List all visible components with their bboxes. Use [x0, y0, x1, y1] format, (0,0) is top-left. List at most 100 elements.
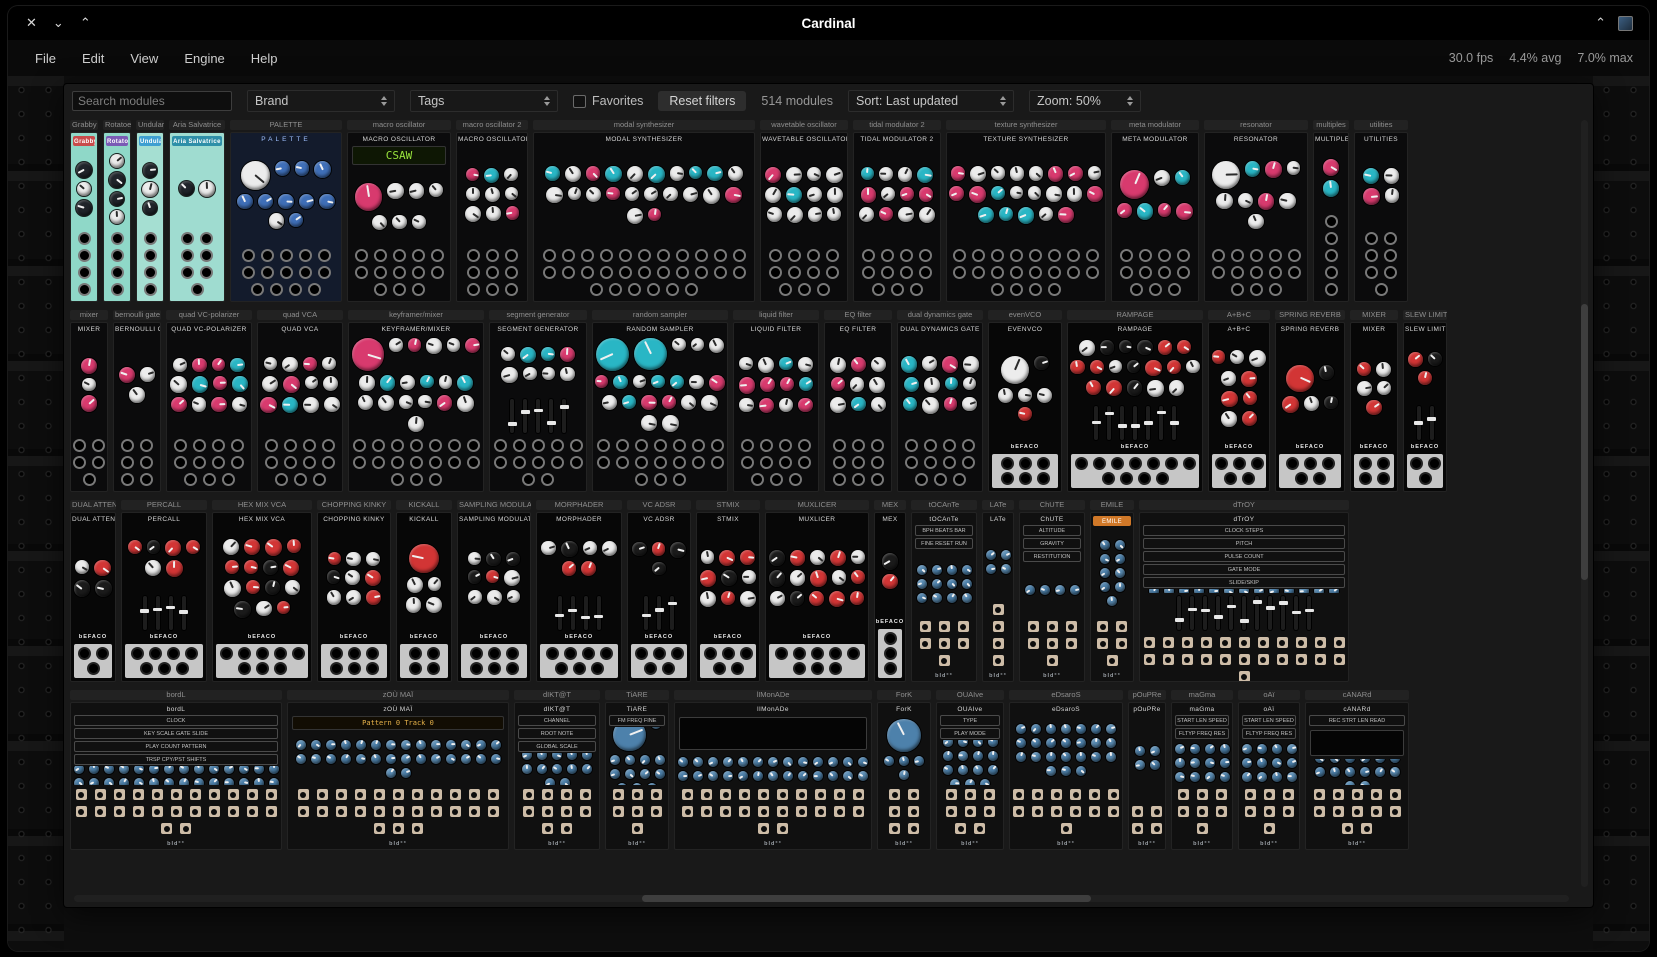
module-tile[interactable]: quad VCAquad VCA: [257, 310, 343, 492]
knob-icon: [327, 570, 341, 584]
module-tile[interactable]: MIXERMIXERbEFACO: [1350, 310, 1398, 492]
module-tile[interactable]: maGmamaGmaSTART LEN SPEEDFLTYP FREQ RESb…: [1171, 690, 1233, 850]
zoom-dropdown[interactable]: Zoom: 50%: [1029, 90, 1141, 112]
menu-edit[interactable]: Edit: [71, 47, 115, 70]
jack-port-icon: [835, 441, 844, 450]
module-tile[interactable]: oAïoAïSTART LEN SPEEDFLTYP FREQ RESbId°°: [1238, 690, 1300, 850]
module-tile[interactable]: MEXMEXbEFACO: [874, 500, 906, 682]
module-tile[interactable]: evenVCOevenVCObEFACO: [988, 310, 1062, 492]
module-tile[interactable]: dTrOYdTrOYCLOCK STEPSPITCHPULSE COUNTGAT…: [1139, 500, 1349, 682]
module-panel-title: SLEW LIMITER: [1404, 323, 1446, 334]
horizontal-scrollbar-thumb[interactable]: [642, 895, 1091, 902]
module-tile[interactable]: KICKALLKICKALLbEFACO: [396, 500, 452, 682]
vertical-scrollbar-thumb[interactable]: [1581, 304, 1588, 580]
module-tile[interactable]: STMIXSTMIXbEFACO: [696, 500, 760, 682]
module-tile[interactable]: TiARETiAREFM FREQ FINEbId°°: [605, 690, 669, 850]
module-tile[interactable]: meta modulatormeta modulator: [1111, 120, 1199, 302]
module-tile[interactable]: mixermixer: [70, 310, 108, 492]
module-tile[interactable]: modal synthesizermodal synthesizer: [533, 120, 755, 302]
knob-icon: [213, 376, 227, 390]
knob-icon: [786, 167, 802, 183]
knob-icon: [962, 593, 972, 603]
module-tile[interactable]: SPRING REVERBSPRING REVERBbEFACO: [1275, 310, 1345, 492]
module-tile[interactable]: wavetable oscillatorwavetable oscillator: [760, 120, 848, 302]
reset-filters-button[interactable]: Reset filters: [658, 91, 746, 111]
knob-icon: [119, 766, 129, 774]
module-tile[interactable]: A+B+CA+B+CbEFACO: [1208, 310, 1270, 492]
module-tile[interactable]: tOCAnTetOCAnTeBPH BEATS BARFINE RESET RU…: [911, 500, 977, 682]
knob-grid: [71, 149, 97, 229]
module-tile[interactable]: texture synthesizertexture synthesizer: [946, 120, 1106, 302]
module-tile[interactable]: RotatoesRotatoes: [103, 120, 131, 302]
module-tile[interactable]: PERCALLPERCALLbEFACO: [121, 500, 207, 682]
search-input[interactable]: [72, 91, 232, 111]
module-tile[interactable]: Aria SalvatriceAria Salvatrice: [169, 120, 225, 302]
module-tile[interactable]: ForKForKbId°°: [877, 690, 931, 850]
brand-dropdown[interactable]: Brand: [247, 90, 395, 112]
menu-file[interactable]: File: [24, 47, 67, 70]
module-label: Grabby: [70, 120, 98, 130]
module-tile[interactable]: segment generatorsegment generator: [489, 310, 587, 492]
module-tile[interactable]: CHOPPING KINKYCHOPPING KINKYbEFACO: [317, 500, 391, 682]
module-tile[interactable]: OUAIveOUAIveTYPEPLAY MODEbId°°: [936, 690, 1004, 850]
module-tile[interactable]: bordLbordLCLOCKKEY SCALE GATE SLIDEPLAY …: [70, 690, 282, 850]
sort-dropdown[interactable]: Sort: Last updated: [848, 90, 1014, 112]
module-tile[interactable]: dual dynamics gatedual dynamics gate: [897, 310, 983, 492]
jack-row: [288, 785, 508, 840]
module-tile[interactable]: ChUTEChUTEALTITUDEGRAVITYRESTITUTIONbId°…: [1019, 500, 1085, 682]
module-tile[interactable]: RAMPAGERAMPAGEbEFACO: [1067, 310, 1203, 492]
menu-help[interactable]: Help: [240, 47, 289, 70]
module-tile[interactable]: utilitiesutilities: [1354, 120, 1408, 302]
module-tile[interactable]: zOÙ MAÏzOÙ MAÏPattern 0 Track 0bId°°: [287, 690, 509, 850]
module-tile[interactable]: liquid filterliquid filter: [733, 310, 819, 492]
module-tile[interactable]: eDsaroSeDsaroSbId°°: [1009, 690, 1123, 850]
knob-icon: [1205, 772, 1215, 782]
module-tile[interactable]: SAMPLING MODULATORSAMPLING MODULATORbEFA…: [457, 500, 531, 682]
jack-port-icon: [376, 268, 385, 277]
vertical-scrollbar[interactable]: [1581, 120, 1588, 887]
module-tile[interactable]: macro oscillatormacro oscillatorCSAW: [347, 120, 451, 302]
module-tile[interactable]: MUXLICERMUXLICERbEFACO: [765, 500, 869, 682]
module-tile[interactable]: random samplerrandom sampler: [592, 310, 728, 492]
knob-icon: [1107, 596, 1117, 606]
module-tile[interactable]: dIKT@TdIKT@TCHANNELROOT NOTEGLOBAL SCALE…: [514, 690, 600, 850]
horizontal-scrollbar[interactable]: [74, 895, 1569, 902]
module-tile[interactable]: pOuPRepOuPRebId°°: [1128, 690, 1166, 850]
knob-icon: [560, 778, 570, 785]
knob-icon: [1034, 356, 1049, 371]
module-tile[interactable]: bernoulli gatebernoulli gate: [113, 310, 161, 492]
module-tile[interactable]: macro oscillator 2macro oscillator 2: [456, 120, 528, 302]
module-tile[interactable]: quad VC-polarizerquad VC-polarizer: [166, 310, 252, 492]
favorites-checkbox[interactable]: [573, 95, 586, 108]
module-tile[interactable]: EMILEEMILEbId°°: [1090, 500, 1134, 682]
jack-port-icon: [142, 475, 151, 484]
module-tile[interactable]: EQ filterEQ filter: [824, 310, 892, 492]
menu-view[interactable]: View: [119, 47, 169, 70]
module-tile[interactable]: multiplesmultiples: [1313, 120, 1349, 302]
slider-icon: [1307, 596, 1311, 630]
module-tile[interactable]: PALETTEPALETTE: [230, 120, 342, 302]
module-tile[interactable]: VC ADSRVC ADSRbEFACO: [627, 500, 691, 682]
module-panel: dual dynamics gate: [897, 322, 983, 492]
menu-engine[interactable]: Engine: [173, 47, 235, 70]
module-tile[interactable]: keyframer/mixerkeyframer/mixer: [348, 310, 484, 492]
module-tile[interactable]: UndularUndular: [136, 120, 164, 302]
module-tile[interactable]: lIMonADelIMonADebId°°: [674, 690, 872, 850]
knob-icon: [1046, 752, 1056, 762]
module-tile[interactable]: HEX MIX VCAHEX MIX VCAbEFACO: [212, 500, 312, 682]
jack-port-icon: [1327, 217, 1336, 226]
jack-port-icon: [656, 458, 665, 467]
module-tile[interactable]: MORPHADERMORPHADERbEFACO: [536, 500, 622, 682]
module-tile[interactable]: GrabbyGrabby: [70, 120, 98, 302]
module-tile[interactable]: DUAL ATTENUVERTERDUAL ATTENUVERTERbEFACO: [70, 500, 116, 682]
module-tile[interactable]: SLEW LIMITERSLEW LIMITERbEFACO: [1403, 310, 1447, 492]
knob-icon: [1058, 207, 1074, 223]
module-tile[interactable]: resonatorresonator: [1204, 120, 1308, 302]
tags-dropdown[interactable]: Tags: [410, 90, 558, 112]
module-tile[interactable]: cANARdcANARdREC STRT LEN READbId°°: [1305, 690, 1409, 850]
module-tile[interactable]: LATeLATebId°°: [982, 500, 1014, 682]
knob-icon: [1100, 340, 1115, 355]
jack-port-icon: [214, 441, 223, 450]
module-tile[interactable]: tidal modulator 2tidal modulator 2: [853, 120, 941, 302]
jack-port-icon: [1361, 459, 1370, 468]
